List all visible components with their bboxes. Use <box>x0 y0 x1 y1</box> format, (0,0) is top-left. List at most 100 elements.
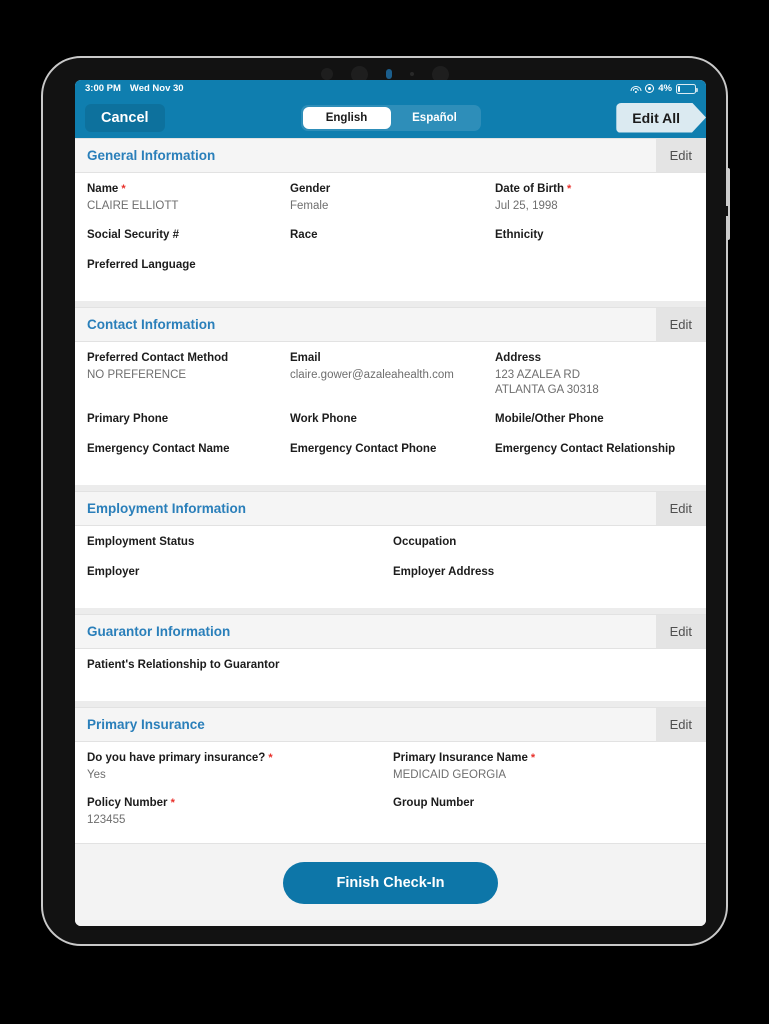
field-row: Preferred Language <box>87 259 694 289</box>
field-label: Preferred Contact Method <box>87 352 290 364</box>
form-field[interactable]: Employer Address <box>393 566 694 596</box>
form-field[interactable]: Policy Number * 123455 <box>87 797 393 843</box>
required-asterisk-icon: * <box>527 751 536 764</box>
form-field[interactable]: Primary Phone <box>87 413 290 443</box>
field-label-text: Address <box>495 351 542 364</box>
form-section: Guarantor Information Edit Patient's Relat… <box>75 613 706 701</box>
form-field[interactable] <box>495 259 694 289</box>
form-field[interactable]: Date of Birth * Jul 25, 1998 <box>495 183 694 229</box>
field-label: Primary Phone <box>87 413 290 425</box>
field-label: Preferred Language <box>87 259 290 271</box>
form-field[interactable]: Gender Female <box>290 183 495 229</box>
form-section: Contact Information Edit Preferred Contact… <box>75 306 706 485</box>
section-title: General Information <box>87 148 216 163</box>
field-label: Occupation <box>393 536 694 548</box>
status-date: Wed Nov 30 <box>129 83 184 94</box>
field-row: Patient's Relationship to Guarantor <box>87 659 694 689</box>
form-field[interactable]: Emergency Contact Name <box>87 443 290 473</box>
form-field[interactable] <box>290 259 495 289</box>
form-field[interactable]: Employment Status <box>87 536 393 566</box>
field-label: Date of Birth * <box>495 183 694 195</box>
field-label: Do you have primary insurance? * <box>87 752 393 764</box>
front-camera-icon <box>385 69 392 79</box>
language-segmented-control[interactable]: English Español <box>300 104 481 131</box>
field-row: Preferred Contact Method NO PREFERENCE Ema… <box>87 352 694 413</box>
app-nav-bar: Cancel English Español Edit All <box>75 97 706 138</box>
form-field[interactable]: Employer <box>87 566 393 596</box>
field-label: Employment Status <box>87 536 393 548</box>
field-label: Mobile/Other Phone <box>495 413 694 425</box>
field-label-text: Primary Insurance Name <box>393 751 528 764</box>
section-edit-button[interactable]: Edit <box>655 307 706 341</box>
form-field[interactable]: Emergency Contact Phone <box>290 443 495 473</box>
form-field[interactable]: Preferred Contact Method NO PREFERENCE <box>87 352 290 413</box>
field-value: 123455 <box>87 814 126 827</box>
form-field[interactable]: Email claire.gower@azaleahealth.com <box>290 352 495 413</box>
field-row: Employment Status Occupation <box>87 536 694 566</box>
section-edit-button[interactable]: Edit <box>655 139 706 172</box>
field-label: Primary Insurance Name * <box>393 752 694 764</box>
field-label: Address <box>495 352 694 364</box>
field-row: Do you have primary insurance? * Yes Prima… <box>87 752 694 798</box>
form-field[interactable]: Address 123 AZALEA RD ATLANTA GA 30318 <box>495 352 694 413</box>
status-bar-right: 4% <box>630 83 698 94</box>
field-value: NO PREFERENCE <box>87 368 187 381</box>
form-field[interactable] <box>393 659 694 689</box>
form-field[interactable]: Occupation <box>393 536 694 566</box>
form-field[interactable]: Ethnicity <box>495 229 694 259</box>
field-label-text: Group Number <box>393 797 475 810</box>
form-section: Primary Insurance Edit Do you have primary… <box>75 706 706 843</box>
field-label: Social Security # <box>87 229 290 241</box>
field-label-text: Emergency Contact Phone <box>290 442 437 455</box>
status-time: 3:00 PM <box>85 83 121 94</box>
field-value: Jul 25, 1998 <box>495 200 558 212</box>
language-option-english[interactable]: English <box>302 106 391 129</box>
field-label-text: Emergency Contact Relationship <box>495 442 676 455</box>
language-option-espanol[interactable]: Español <box>391 107 479 129</box>
form-field[interactable]: Race <box>290 229 495 259</box>
form-field[interactable]: Name * CLAIRE ELLIOTT <box>87 183 290 229</box>
form-field[interactable]: Work Phone <box>290 413 495 443</box>
form-field[interactable]: Group Number <box>393 797 694 843</box>
form-field[interactable]: Social Security # <box>87 229 290 259</box>
section-edit-button[interactable]: Edit <box>655 707 706 741</box>
field-label: Ethnicity <box>495 229 694 241</box>
field-label-text: Primary Phone <box>87 412 169 425</box>
field-label-text: Name <box>87 183 119 195</box>
form-field[interactable]: Do you have primary insurance? * Yes <box>87 752 393 798</box>
section-title: Employment Information <box>87 500 247 516</box>
field-value: MEDICAID GEORGIA <box>393 768 507 781</box>
field-label-text: Preferred Contact Method <box>87 351 229 364</box>
field-label: Employer Address <box>393 566 694 578</box>
form-field[interactable]: Patient's Relationship to Guarantor <box>87 659 393 689</box>
field-label: Employer <box>87 566 393 578</box>
section-header: Contact Information Edit <box>75 306 706 342</box>
section-body: Employment Status Occupation Employer Emplo… <box>75 526 706 608</box>
form-field[interactable]: Emergency Contact Relationship <box>495 443 694 473</box>
field-label-text: Date of Birth <box>495 183 564 195</box>
field-value: Yes <box>87 768 106 781</box>
section-edit-button[interactable]: Edit <box>655 491 706 525</box>
required-asterisk-icon: * <box>118 183 126 195</box>
field-label-text: Emergency Contact Name <box>87 442 230 455</box>
section-header: Primary Insurance Edit <box>75 706 706 742</box>
field-label-text: Employer <box>87 565 140 578</box>
finish-check-in-button[interactable]: Finish Check-In <box>283 862 498 904</box>
form-field[interactable]: Primary Insurance Name * MEDICAID GEORGIA <box>393 752 694 798</box>
section-body: Preferred Contact Method NO PREFERENCE Ema… <box>75 342 706 485</box>
form-field[interactable]: Mobile/Other Phone <box>495 413 694 443</box>
field-label-text: Ethnicity <box>495 228 544 241</box>
field-label: Group Number <box>393 797 694 809</box>
cancel-button[interactable]: Cancel <box>85 103 165 132</box>
section-edit-button[interactable]: Edit <box>655 614 706 648</box>
field-label: Emergency Contact Relationship <box>495 443 694 455</box>
volume-button[interactable] <box>726 168 730 240</box>
form-field[interactable]: Preferred Language <box>87 259 290 289</box>
field-label: Emergency Contact Phone <box>290 443 495 455</box>
edit-all-button[interactable]: Edit All <box>616 103 706 133</box>
checkin-form-content[interactable]: General Information Edit Name * CLAIRE ELLI… <box>75 138 706 843</box>
field-label-text: Race <box>290 228 318 241</box>
tablet-device-frame: 3:00 PM Wed Nov 30 4% Cancel English Esp… <box>41 56 730 946</box>
field-row: Emergency Contact Name Emergency Contact … <box>87 443 694 473</box>
field-row: Social Security # Race Ethnicity <box>87 229 694 259</box>
